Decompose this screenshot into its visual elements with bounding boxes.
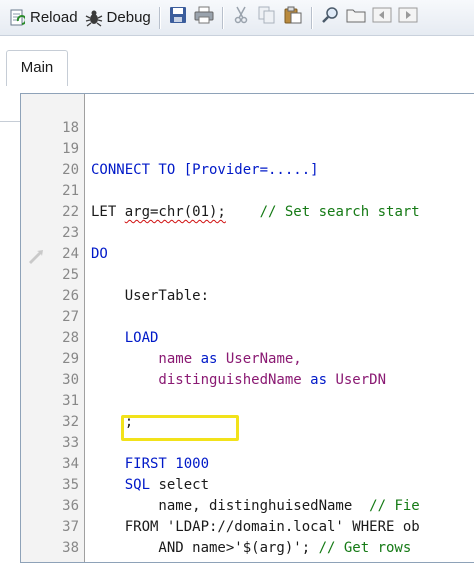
toolbar-separator [221,6,223,29]
cut-button[interactable] [228,5,254,31]
code-line: 27 LOAD [21,286,474,346]
find-icon [321,6,339,29]
forward-button[interactable] [395,5,421,31]
print-icon [194,6,214,29]
code-line: 26 [21,265,474,304]
code-line: 18 [21,97,474,136]
code-line: 30 [21,349,474,388]
code-line: 28 name as UserName, [21,307,474,367]
code-line: 23 DO [21,202,474,262]
paste-button[interactable] [280,5,306,31]
code-line: 31 ; [21,370,474,430]
code-line: 34 SQL select [21,433,474,493]
code-line: 29 distinguishedName as UserDN [21,328,474,388]
code-line: 38 [21,517,474,556]
save-icon [169,6,187,29]
code-line: 32 [21,391,474,430]
tab-main[interactable]: Main [6,50,68,86]
folder-icon [346,6,366,29]
paste-icon [284,6,302,29]
reload-button[interactable]: Reload [4,5,81,31]
code-line: 22 [21,181,474,220]
debug-label: Debug [106,9,151,26]
toolbar: Reload Debug [0,0,474,36]
sql-condition: AND name>'$(arg)'; [91,540,319,556]
script-editor[interactable]: 18 19 CONNECT TO [Provider=.....] 20 21 … [20,93,474,563]
open-folder-button[interactable] [343,5,369,31]
toolbar-separator [310,6,312,29]
reload-icon [7,8,27,28]
back-icon [372,6,392,29]
debug-icon [84,8,104,28]
code-line: 24 [21,223,474,262]
cut-icon [233,6,249,29]
find-button[interactable] [317,5,343,31]
back-button[interactable] [369,5,395,31]
line-number: 38 [62,540,79,556]
save-button[interactable] [165,5,191,31]
code-line: 33 FIRST 1000 [21,412,474,472]
code-line: 20 [21,139,474,178]
print-button[interactable] [191,5,217,31]
code-line: 36 FROM 'LDAP://domain.local' WHERE ob [21,475,474,535]
code-comment: // Get rows [318,540,412,556]
copy-icon [258,6,276,29]
code-line: 35 name, distinghuisedName // Fie [21,454,474,514]
forward-icon [398,6,418,29]
code-text: AND name>'$(arg)'; // Get rows [91,538,411,559]
code-line: 21 LET arg=chr(01); // Set search start [21,160,474,220]
debug-button[interactable]: Debug [81,5,154,31]
highlight-annotation [121,415,239,441]
code-line: 37 AND name>'$(arg)'; // Get rows [21,496,474,556]
toolbar-separator [158,6,160,29]
reload-label: Reload [30,9,78,26]
tab-strip: Main [0,36,474,122]
code-line: 19 CONNECT TO [Provider=.....] [21,118,474,178]
copy-button[interactable] [254,5,280,31]
code-line: 25 UserTable: [21,244,474,304]
